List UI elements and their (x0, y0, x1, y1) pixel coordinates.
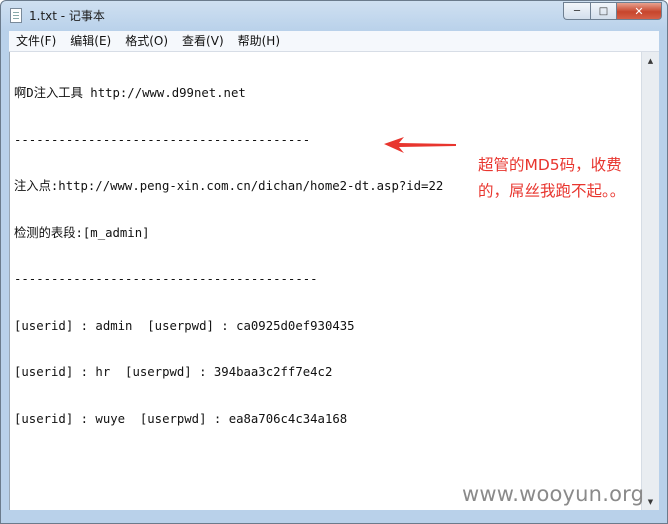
scroll-up-arrow-icon[interactable]: ▲ (642, 52, 659, 69)
text-line-tool: 啊D注入工具 http://www.d99net.net (14, 86, 246, 100)
close-button[interactable]: ✕ (616, 2, 662, 20)
window-bottom-frame (9, 510, 659, 523)
red-arrow-icon (384, 137, 456, 153)
minimize-button[interactable]: ─ (563, 2, 590, 20)
menu-format[interactable]: 格式(O) (118, 31, 175, 51)
menu-help[interactable]: 帮助(H) (231, 31, 287, 51)
text-content[interactable]: 啊D注入工具 http://www.d99net.net -----------… (14, 55, 443, 458)
maximize-icon: □ (598, 5, 609, 17)
vertical-scrollbar[interactable]: ▲ ▼ (641, 52, 659, 510)
menu-bar: 文件(F) 编辑(E) 格式(O) 查看(V) 帮助(H) (9, 31, 659, 52)
text-line-separator: ---------------------------------------- (14, 132, 311, 147)
caption-buttons: ─ □ ✕ (563, 2, 662, 21)
maximize-button[interactable]: □ (590, 2, 616, 20)
notepad-icon[interactable] (10, 8, 22, 23)
red-annotation: 超管的MD5码，收费 的，屌丝我跑不起。。 (478, 152, 625, 204)
text-line-separator: ----------------------------------------… (14, 272, 318, 286)
annotation-line-2: 的，屌丝我跑不起。。 (478, 182, 626, 200)
text-line-injection-point: 注入点:http://www.peng-xin.com.cn/dichan/ho… (14, 179, 444, 193)
title-bar[interactable]: 1.txt - 记事本 ─ □ ✕ (1, 1, 667, 31)
watermark: www.wooyun.org (462, 482, 645, 506)
annotation-line-1: 超管的MD5码，收费 (478, 156, 622, 174)
text-line-user-wuye: [userid] : wuye [userpwd] : ea8a706c4c34… (14, 411, 348, 426)
text-editor-area[interactable]: 啊D注入工具 http://www.d99net.net -----------… (9, 52, 642, 510)
close-icon: ✕ (634, 4, 644, 18)
text-line-table: 检测的表段:[m_admin] (14, 225, 150, 240)
minimize-icon: ─ (573, 5, 581, 17)
menu-file[interactable]: 文件(F) (9, 31, 63, 51)
menu-edit[interactable]: 编辑(E) (63, 31, 118, 51)
notepad-window: 1.txt - 记事本 ─ □ ✕ 文件(F) 编辑(E) 格式(O) 查看(V… (0, 0, 668, 524)
menu-view[interactable]: 查看(V) (175, 31, 231, 51)
window-title: 1.txt - 记事本 (29, 9, 105, 23)
scroll-down-arrow-icon[interactable]: ▼ (642, 493, 659, 510)
text-line-user-admin: [userid] : admin [userpwd] : ca0925d0ef9… (14, 318, 355, 333)
text-line-user-hr: [userid] : hr [userpwd] : 394baa3c2ff7e4… (14, 365, 333, 379)
